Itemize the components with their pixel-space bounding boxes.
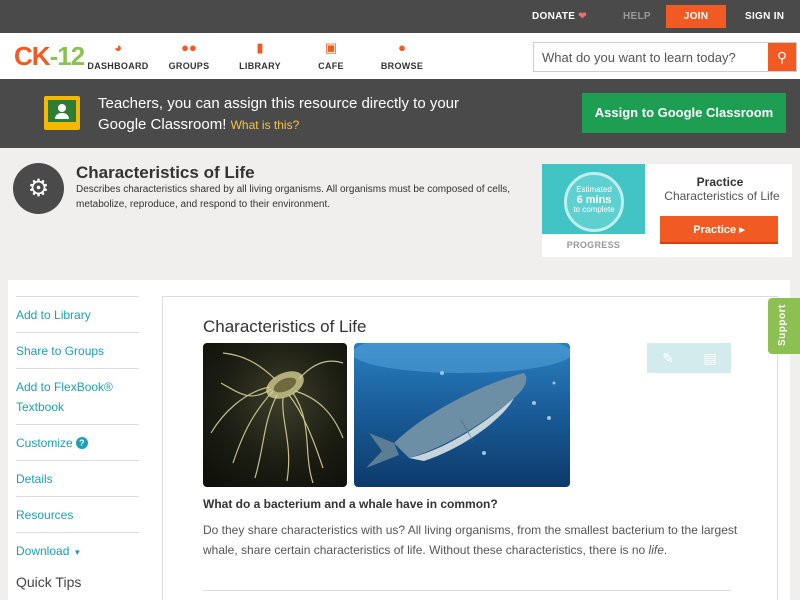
practice-title: Practice (696, 175, 744, 189)
content-title: Characteristics of Life (203, 317, 367, 336)
nav-dashboard[interactable]: ◕ DASHBOARD (78, 39, 158, 71)
google-classroom-banner: Teachers, you can assign this resource d… (0, 79, 800, 148)
progress-panel: Estimated 6 mins to complete (542, 164, 645, 234)
paragraph-end: . (663, 543, 668, 557)
pencil-icon[interactable]: ✎ (647, 343, 689, 373)
nav-browse-label: BROWSE (380, 61, 424, 71)
browse-icon: ● (398, 40, 406, 55)
sidebar-item-share-to-groups[interactable]: Share to Groups (16, 332, 139, 369)
ck12-logo[interactable]: CK-12 (14, 41, 85, 72)
classroom-message: Teachers, you can assign this resource d… (98, 93, 478, 136)
to-complete-label: to complete (573, 205, 615, 214)
annotation-tools: ✎ ▤ (647, 343, 731, 373)
search-button[interactable]: ⚲ (768, 43, 796, 71)
search-box: ⚲ (533, 42, 797, 72)
main-content: Characteristics of Life ✎ ▤ What do a ba… (150, 280, 790, 600)
whale-illustration (354, 343, 570, 468)
sidebar-item-download[interactable]: Download ▼ (16, 532, 139, 571)
donate-label: DONATE (532, 11, 576, 22)
caret-down-icon: ▼ (73, 548, 82, 557)
nav-library-label: LIBRARY (239, 61, 281, 71)
bacterium-illustration (210, 352, 344, 484)
intro-paragraph: Do they share characteristics with us? A… (203, 520, 743, 560)
groups-icon: ●● (181, 40, 197, 55)
download-label: Download (16, 544, 70, 558)
practice-button[interactable]: Practice ▸ (660, 216, 778, 244)
whale-shark-image (354, 343, 570, 487)
nav-cafe[interactable]: ▣ CAFE (291, 39, 371, 71)
google-classroom-icon (44, 96, 80, 130)
page-title: Characteristics of Life (76, 163, 255, 182)
nav-groups-label: GROUPS (168, 61, 210, 71)
support-label: Support (777, 304, 788, 346)
main-nav: CK-12 ◕ DASHBOARD ●● GROUPS ▮ LIBRARY ▣ … (0, 33, 800, 79)
notes-icon[interactable]: ▤ (689, 343, 731, 373)
sidebar-item-details[interactable]: Details (16, 460, 139, 497)
content-panel: Characteristics of Life ✎ ▤ What do a ba… (162, 296, 778, 600)
practice-card: Estimated 6 mins to complete PROGRESS Pr… (542, 164, 792, 257)
help-link[interactable]: HELP (623, 0, 651, 33)
nav-cafe-label: CAFE (318, 61, 344, 71)
bacterium-image (203, 343, 347, 487)
assign-to-google-classroom-button[interactable]: Assign to Google Classroom (582, 93, 786, 133)
sign-in-link[interactable]: SIGN IN (745, 0, 784, 33)
nav-dashboard-label: DASHBOARD (87, 61, 149, 71)
sidebar-item-resources[interactable]: Resources (16, 496, 139, 533)
content-divider (203, 590, 731, 591)
logo-ck: CK (14, 41, 51, 71)
sidebar-item-customize[interactable]: Customize? (16, 424, 139, 461)
join-button[interactable]: JOIN (666, 5, 726, 28)
nav-groups[interactable]: ●● GROUPS (149, 39, 229, 71)
chevron-right-icon: ▸ (739, 224, 745, 236)
search-icon: ⚲ (776, 49, 788, 65)
progress-label: PROGRESS (566, 240, 621, 250)
sidebar: Add to Library Share to Groups Add to Fl… (8, 280, 150, 600)
cafe-icon: ▣ (324, 40, 338, 55)
practice-subtitle: Characteristics of Life (664, 189, 780, 203)
top-bar: DONATE ❤ HELP JOIN SIGN IN (0, 0, 800, 33)
dashboard-icon: ◕ (114, 40, 122, 55)
topic-description: Describes characteristics shared by all … (76, 184, 511, 210)
customize-label: Customize (16, 436, 73, 450)
search-input[interactable] (534, 43, 769, 71)
paragraph-emphasis: life (648, 543, 664, 557)
progress-ring: Estimated 6 mins to complete (564, 172, 624, 232)
heart-icon: ❤ (578, 11, 587, 22)
what-is-this-link[interactable]: What is this? (231, 118, 300, 132)
donate-link[interactable]: DONATE ❤ (532, 0, 587, 33)
support-tab[interactable]: Support (768, 298, 800, 354)
sidebar-item-add-to-library[interactable]: Add to Library (16, 296, 139, 333)
sidebar-item-add-to-flexbook[interactable]: Add to FlexBook® Textbook (16, 368, 139, 425)
nav-library[interactable]: ▮ LIBRARY (220, 39, 300, 71)
microscope-icon: ⚙ (13, 163, 64, 214)
quick-tips-heading: Quick Tips (16, 574, 82, 590)
lead-question: What do a bacterium and a whale have in … (203, 497, 498, 511)
nav-browse[interactable]: ● BROWSE (362, 39, 442, 71)
library-icon: ▮ (256, 40, 264, 55)
help-icon[interactable]: ? (75, 437, 88, 449)
estimated-mins: 6 mins (576, 194, 612, 206)
practice-button-label: Practice (693, 224, 737, 236)
